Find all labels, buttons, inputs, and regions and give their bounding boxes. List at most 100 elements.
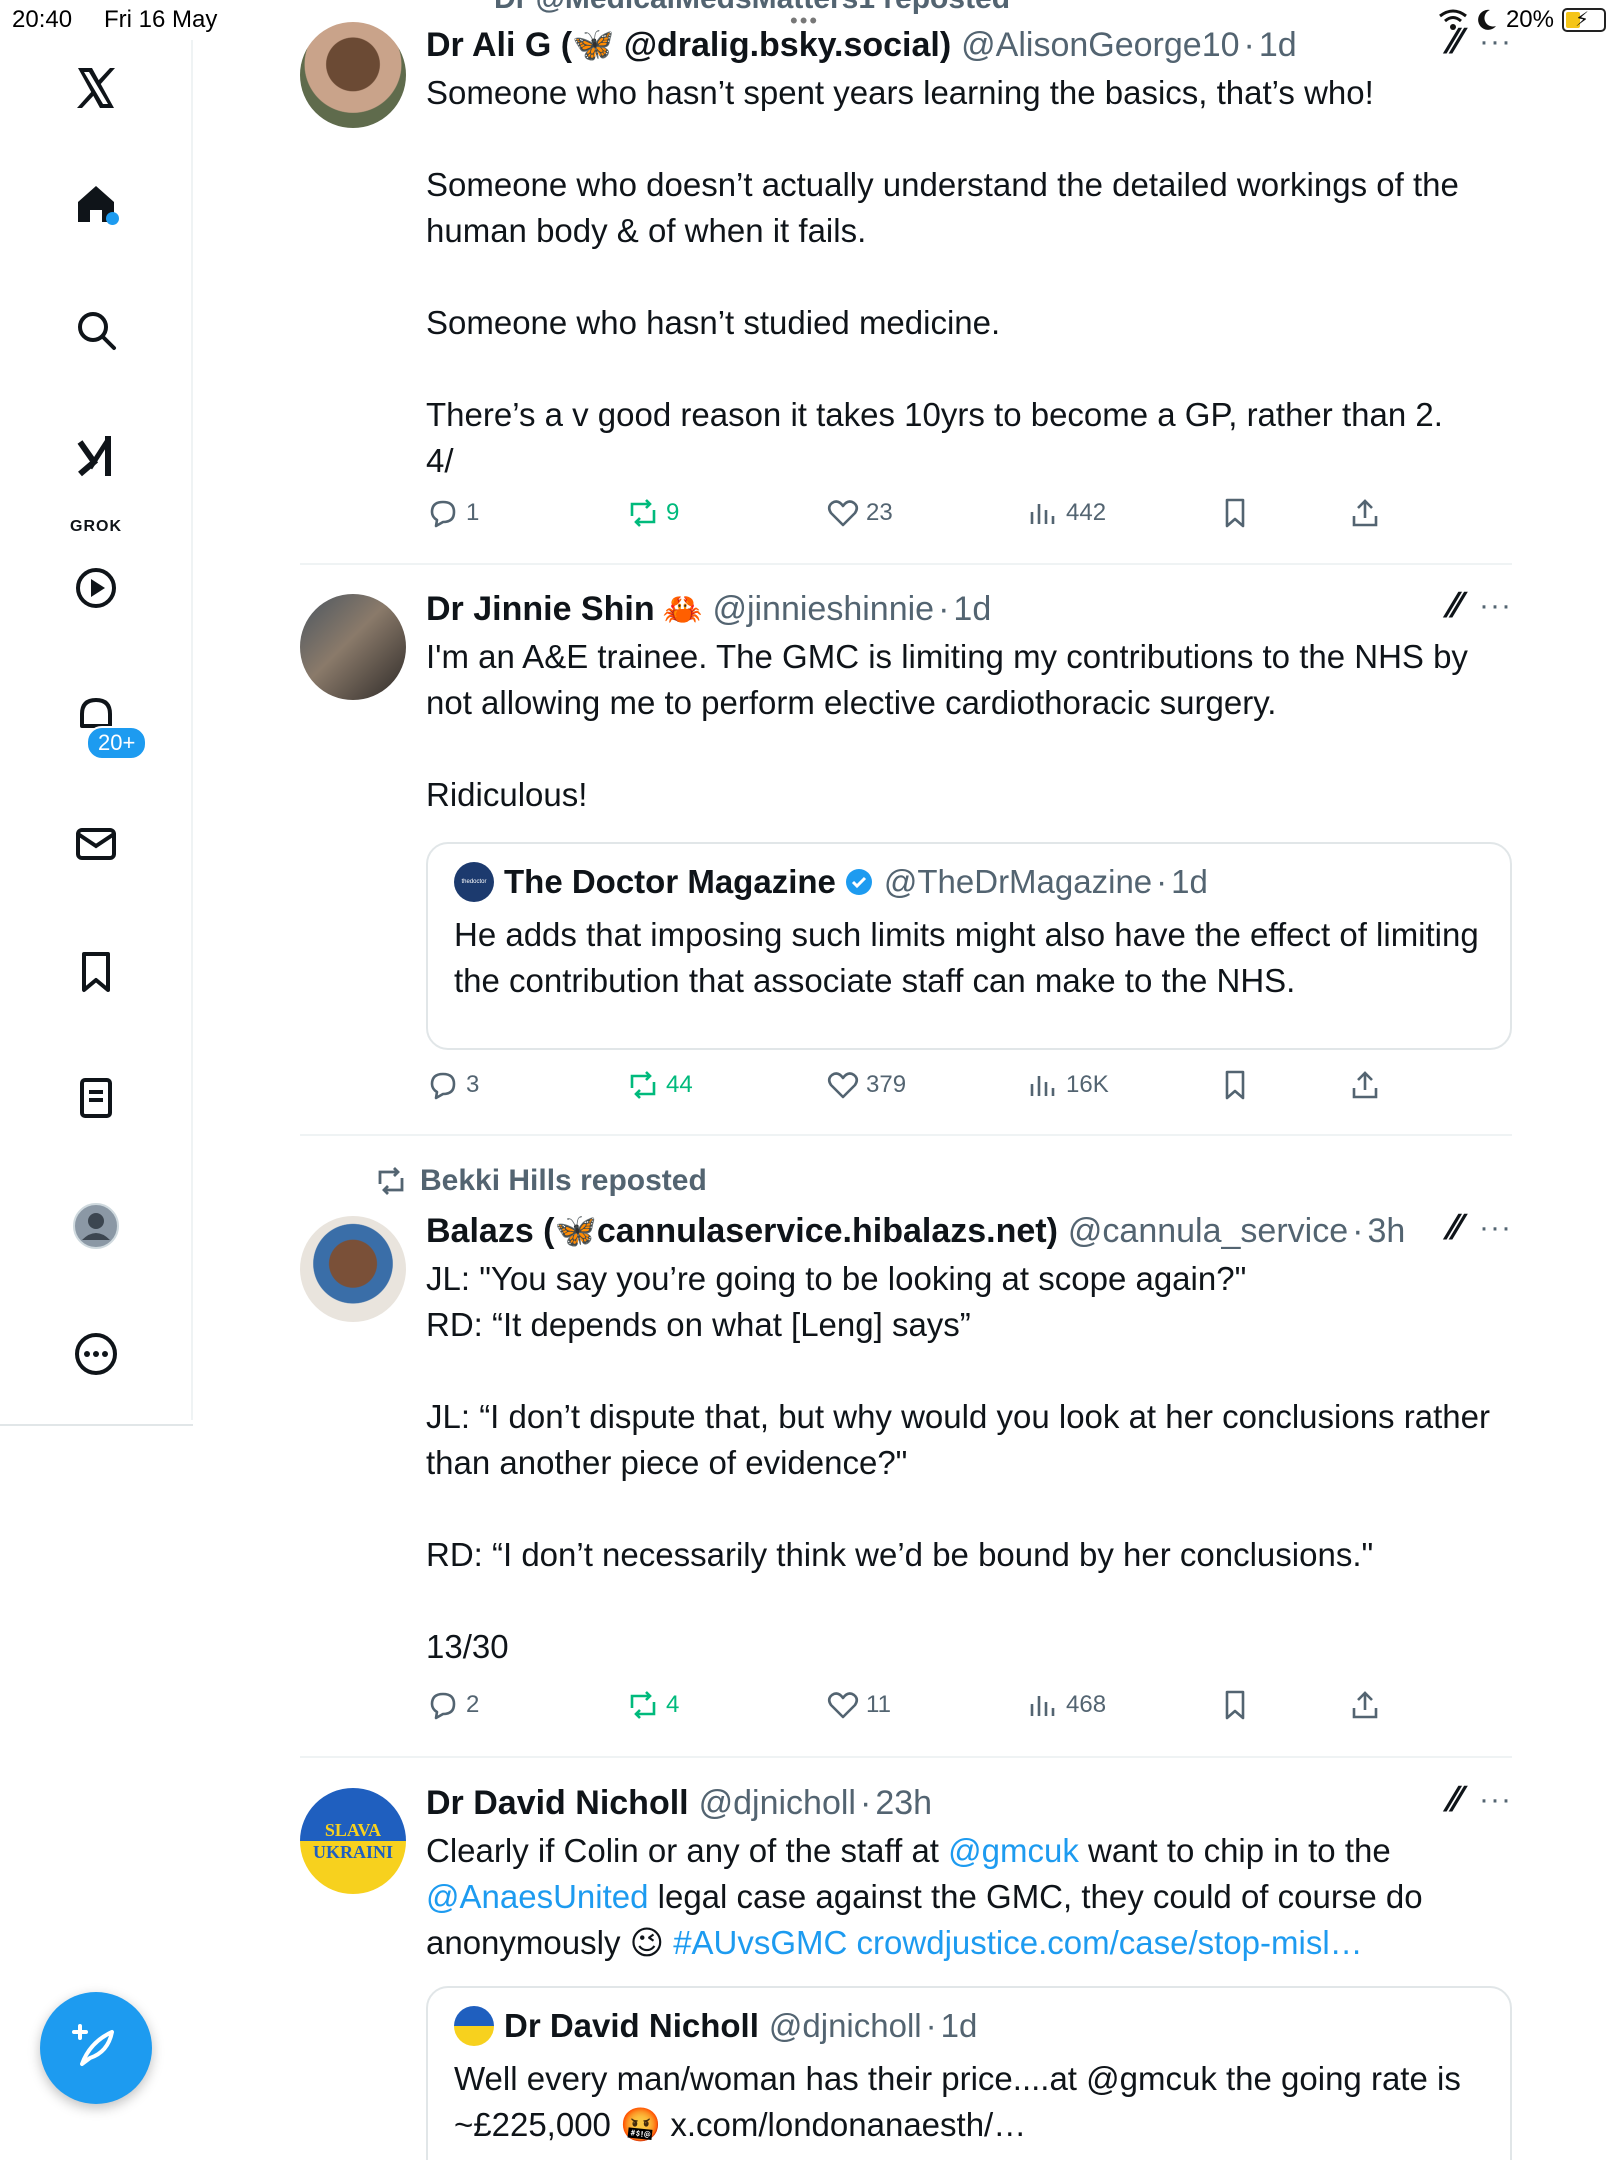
heart-icon <box>827 1692 859 1719</box>
sidebar: GROK 20+ <box>0 40 193 1420</box>
tweet-header: Dr David Nicholl @djnicholl · 23h ⁄⁄ ··· <box>426 1780 1512 1826</box>
grok-icon[interactable] <box>68 428 124 484</box>
more-icon[interactable]: ··· <box>1479 1783 1512 1817</box>
tweet-body: Dr Jinnie Shin 🦀 @jinnieshinnie · 1d ⁄⁄ … <box>426 586 1512 818</box>
status-time: 20:40 <box>12 6 73 33</box>
grok-icon[interactable]: ⁄⁄ <box>1450 1780 1461 1820</box>
grok-icon[interactable]: ⁄⁄ <box>1450 586 1461 626</box>
tweet-divider <box>300 563 1512 565</box>
tweet-time[interactable]: 3h <box>1367 1212 1405 1251</box>
quote-text: Well every man/woman has their price....… <box>454 2060 1461 2143</box>
reply-count: 2 <box>466 1691 480 1718</box>
view-count: 16K <box>1066 1071 1109 1098</box>
compose-button[interactable] <box>40 1992 152 2104</box>
views-button[interactable]: 468 <box>1026 1688 1106 1722</box>
reply-count: 1 <box>466 499 480 526</box>
avatar[interactable] <box>300 1216 406 1322</box>
reposted-by-label[interactable]: Bekki Hills reposted <box>420 1164 707 1198</box>
reply-button[interactable]: 3 <box>426 1068 479 1102</box>
bookmark-icon[interactable] <box>68 944 124 1000</box>
avatar-text-top: SLAVA <box>324 1820 382 1840</box>
bookmark-button[interactable] <box>1218 1688 1252 1722</box>
more-icon[interactable]: ··· <box>1479 1211 1512 1245</box>
repost-button[interactable]: 44 <box>626 1068 693 1102</box>
x-logo-icon[interactable] <box>68 60 124 116</box>
more-icon[interactable]: ··· <box>1479 25 1512 59</box>
tweet-time[interactable]: 1d <box>1259 26 1297 65</box>
tweet[interactable]: Dr Ali G (🦋 @dralig.bsky.social) @Alison… <box>300 22 1512 542</box>
share-button[interactable] <box>1348 1688 1382 1722</box>
like-button[interactable]: 23 <box>826 496 893 530</box>
quoted-tweet[interactable]: thedoctor The Doctor Magazine @TheDrMaga… <box>426 842 1512 1050</box>
view-count: 442 <box>1066 499 1107 526</box>
views-button[interactable]: 442 <box>1026 496 1106 530</box>
bookmark-button[interactable] <box>1218 496 1252 530</box>
like-button[interactable]: 379 <box>826 1068 906 1102</box>
avatar[interactable] <box>300 22 406 128</box>
quoted-tweet[interactable]: Dr David Nicholl @djnicholl · 1d Well ev… <box>426 1986 1512 2160</box>
tweet[interactable]: Balazs (🦋cannulaservice.hibalazs.net) @c… <box>300 1208 1512 1748</box>
repost-count: 9 <box>666 499 680 526</box>
author-name[interactable]: Dr David Nicholl <box>426 1784 689 1823</box>
hashtag-link[interactable]: #AUvsGMC <box>673 1924 847 1961</box>
like-button[interactable]: 11 <box>826 1688 891 1722</box>
reply-button[interactable]: 2 <box>426 1688 479 1722</box>
quote-author-handle: @djnicholl <box>768 2007 922 2044</box>
more-icon[interactable] <box>68 1326 124 1382</box>
share-icon <box>1352 1071 1378 1099</box>
more-icon[interactable]: ··· <box>1479 589 1512 623</box>
reply-button[interactable]: 1 <box>426 496 479 530</box>
timeline-feed[interactable]: Dr @MedicalMedsMatters1 reposted Dr Ali … <box>194 0 1514 2160</box>
reposted-by: Bekki Hills reposted <box>374 1164 707 1198</box>
grok-icon[interactable]: ⁄⁄ <box>1450 1208 1461 1248</box>
repost-count: 4 <box>666 1691 680 1718</box>
tweet[interactable]: SLAVA UKRAINI Dr David Nicholl @djnichol… <box>300 1780 1512 2160</box>
bookmark-button[interactable] <box>1218 1068 1252 1102</box>
like-count: 11 <box>866 1691 891 1718</box>
repost-button[interactable]: 9 <box>626 496 679 530</box>
author-handle[interactable]: @jinnieshinnie <box>712 590 934 629</box>
repost-icon <box>630 499 656 527</box>
mention-link[interactable]: @AnaesUnited <box>426 1878 648 1915</box>
tweet-controls: ⁄⁄ ··· <box>1450 586 1512 626</box>
author-handle[interactable]: @cannula_service <box>1068 1212 1348 1251</box>
tweet-actions: 3 44 379 16K <box>426 1068 1466 1114</box>
share-button[interactable] <box>1348 1068 1382 1102</box>
mail-icon[interactable] <box>68 816 124 872</box>
search-icon[interactable] <box>68 302 124 358</box>
quote-header: Dr David Nicholl @djnicholl · 1d <box>454 2006 1484 2046</box>
share-icon <box>1352 1691 1378 1719</box>
quote-author-name: The Doctor Magazine <box>504 863 836 900</box>
sidebar-divider <box>0 1424 193 1426</box>
author-handle[interactable]: @djnicholl <box>699 1784 856 1823</box>
profile-icon[interactable] <box>68 1198 124 1254</box>
grok-icon[interactable]: ⁄⁄ <box>1450 22 1461 62</box>
quote-avatar: thedoctor <box>454 862 494 902</box>
repost-button[interactable]: 4 <box>626 1688 679 1722</box>
share-button[interactable] <box>1348 496 1382 530</box>
views-icon <box>1030 1696 1055 1716</box>
mention-link[interactable]: @gmcuk <box>948 1832 1079 1869</box>
tweet-text: Clearly if Colin or any of the staff at … <box>426 1828 1512 1966</box>
heart-icon <box>827 500 859 527</box>
author-name[interactable]: Balazs (🦋cannulaservice.hibalazs.net) <box>426 1211 1058 1251</box>
quote-header: thedoctor The Doctor Magazine @TheDrMaga… <box>454 862 1484 902</box>
reply-count: 3 <box>466 1071 480 1098</box>
separator: · <box>925 2007 937 2044</box>
author-handle[interactable]: @AlisonGeorge10 <box>961 26 1239 65</box>
author-name[interactable]: Dr Jinnie Shin <box>426 590 655 629</box>
repost-count: 44 <box>666 1071 693 1098</box>
tweet[interactable]: Dr Jinnie Shin 🦀 @jinnieshinnie · 1d ⁄⁄ … <box>300 586 1512 1116</box>
tweet-time[interactable]: 1d <box>953 590 991 629</box>
avatar[interactable]: SLAVA UKRAINI <box>300 1788 406 1894</box>
tweet-time[interactable]: 23h <box>875 1784 932 1823</box>
views-button[interactable]: 16K <box>1026 1068 1109 1102</box>
quote-avatar <box>454 2006 494 2046</box>
avatar[interactable] <box>300 594 406 700</box>
tweet-body: Dr David Nicholl @djnicholl · 23h ⁄⁄ ···… <box>426 1780 1512 1966</box>
list-icon[interactable] <box>68 1070 124 1126</box>
tweet-controls: ⁄⁄ ··· <box>1450 22 1512 62</box>
video-icon[interactable] <box>68 560 124 616</box>
author-name[interactable]: Dr Ali G (🦋 @dralig.bsky.social) <box>426 25 951 65</box>
url-link[interactable]: crowdjustice.com/case/stop-misl… <box>857 1924 1363 1961</box>
